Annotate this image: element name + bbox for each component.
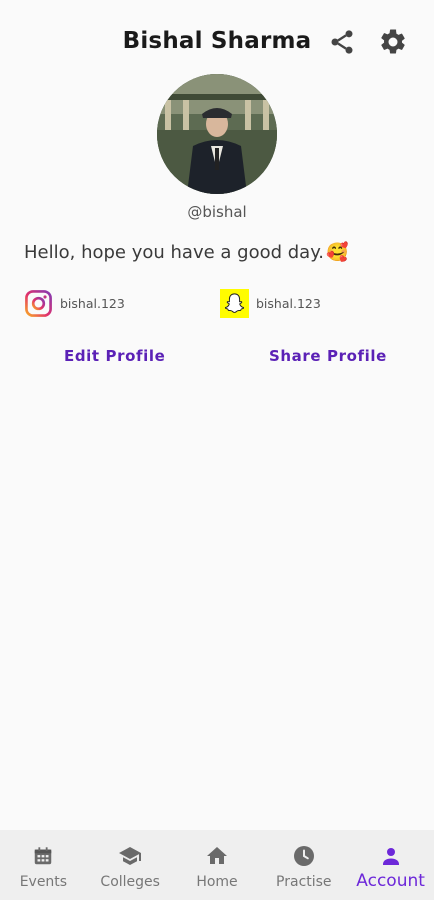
- clock-icon: [292, 844, 316, 868]
- snapchat-icon: [220, 288, 249, 318]
- nav-label-home: Home: [196, 874, 238, 890]
- instagram-link[interactable]: bishal.123: [24, 287, 125, 319]
- snapchat-link[interactable]: bishal.123: [220, 287, 321, 319]
- bio: Hello, hope you have a good day. 🥰: [24, 242, 348, 263]
- avatar[interactable]: [157, 74, 277, 194]
- graduation-cap-icon: [118, 844, 142, 868]
- share-icon[interactable]: [326, 26, 358, 58]
- username-handle: @bishal: [187, 203, 247, 221]
- nav-label-events: Events: [19, 874, 68, 890]
- snapchat-username: bishal.123: [256, 295, 321, 311]
- instagram-icon: [25, 289, 52, 317]
- avatar-photo: [157, 74, 277, 194]
- calendar-icon: [31, 844, 55, 868]
- share-profile-button[interactable]: Share Profile: [269, 347, 387, 365]
- home-icon: [205, 844, 229, 868]
- bio-text: Hello, hope you have a good day.: [24, 242, 325, 263]
- nav-item-account[interactable]: Account: [347, 830, 434, 900]
- nav-label-account: Account: [356, 871, 425, 891]
- edit-profile-button[interactable]: Edit Profile: [64, 347, 165, 365]
- nav-item-events[interactable]: Events: [0, 830, 87, 900]
- page-title: Bishal Sharma: [122, 28, 312, 54]
- nav-label-colleges: Colleges: [100, 874, 160, 890]
- nav-item-practise[interactable]: Practise: [260, 830, 347, 900]
- nav-label-practise: Practise: [276, 874, 332, 890]
- gear-icon[interactable]: [377, 26, 409, 58]
- instagram-username: bishal.123: [60, 295, 125, 311]
- bottom-navigation: Events Colleges Home Practise Account: [0, 830, 434, 900]
- nav-item-home[interactable]: Home: [174, 830, 261, 900]
- smiling-face-hearts-icon: 🥰: [326, 242, 349, 263]
- nav-item-colleges[interactable]: Colleges: [87, 830, 174, 900]
- person-icon: [379, 844, 403, 868]
